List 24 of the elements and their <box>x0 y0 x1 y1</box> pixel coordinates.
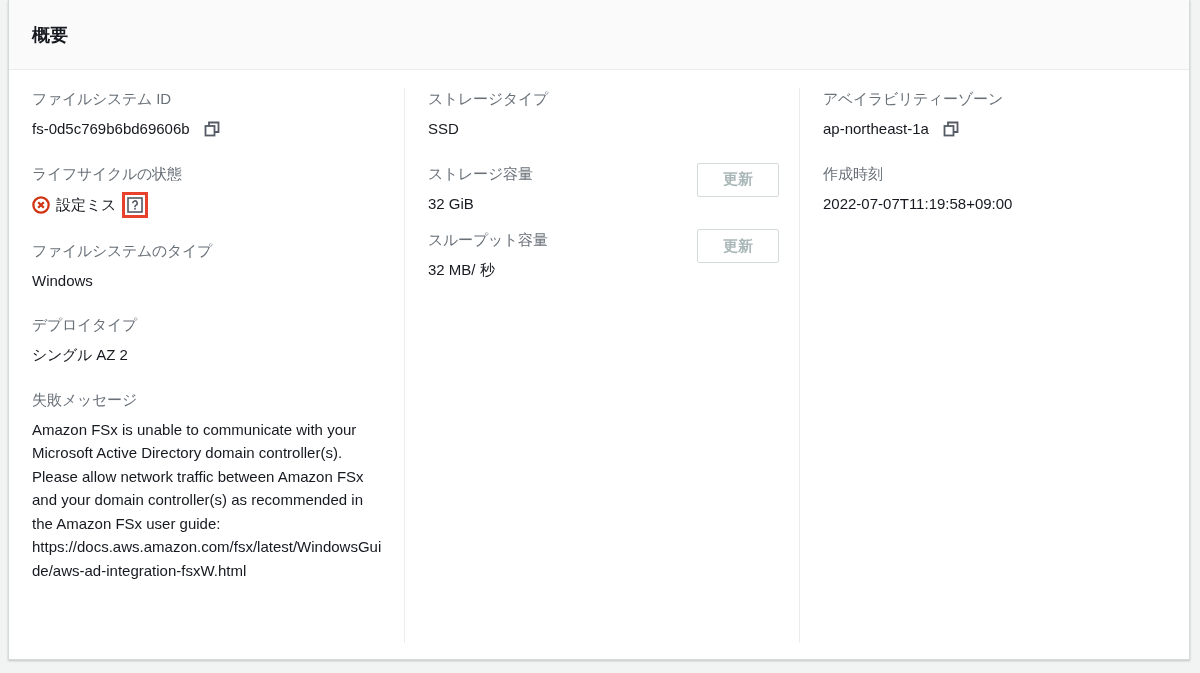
field-value: 2022-07-07T11:19:58+09:00 <box>823 193 1013 214</box>
field-label: スループット容量 <box>428 230 549 250</box>
field-value: シングル AZ 2 <box>32 345 128 365</box>
field-value: Amazon FSx is unable to communicate with your Microsoft Active Directory domain controller(s). Please allow network traffic between Amazon FSx and your domain controller(s) as recommended in the Amazon FSx user guide: https://docs.aws.amazon.com/fsx/latest/WindowsGuide/aws-ad-integration-fsxW.html <box>32 419 383 581</box>
panel-title: 概要 <box>32 23 68 47</box>
status-text: 設定ミス <box>56 194 116 215</box>
field-label: ストレージ容量 <box>428 163 534 184</box>
field-value: fs-0d5c769b6bd69606b <box>32 119 190 139</box>
field-label: アベイラビリティーゾーン <box>823 89 1004 109</box>
copy-icon[interactable] <box>203 120 220 137</box>
copy-icon[interactable] <box>942 120 959 137</box>
help-icon[interactable] <box>127 196 143 213</box>
field-label: 失敗メッセージ <box>32 389 138 410</box>
field-label: デプロイタイプ <box>32 315 139 335</box>
field-label: ファイルシステムのタイプ <box>32 240 214 261</box>
field-label: ストレージタイプ <box>428 89 550 109</box>
field-value: 32 MB/ 秒 <box>428 260 495 280</box>
field-label: 作成時刻 <box>823 163 884 184</box>
field-value: SSD <box>428 119 459 139</box>
field-value: ap-northeast-1a <box>823 119 929 139</box>
field-value: Windows <box>32 270 93 291</box>
field-label: ファイルシステム ID <box>32 89 173 109</box>
field-label: ライフサイクルの状態 <box>32 163 183 184</box>
field-value: 32 GiB <box>428 193 474 214</box>
